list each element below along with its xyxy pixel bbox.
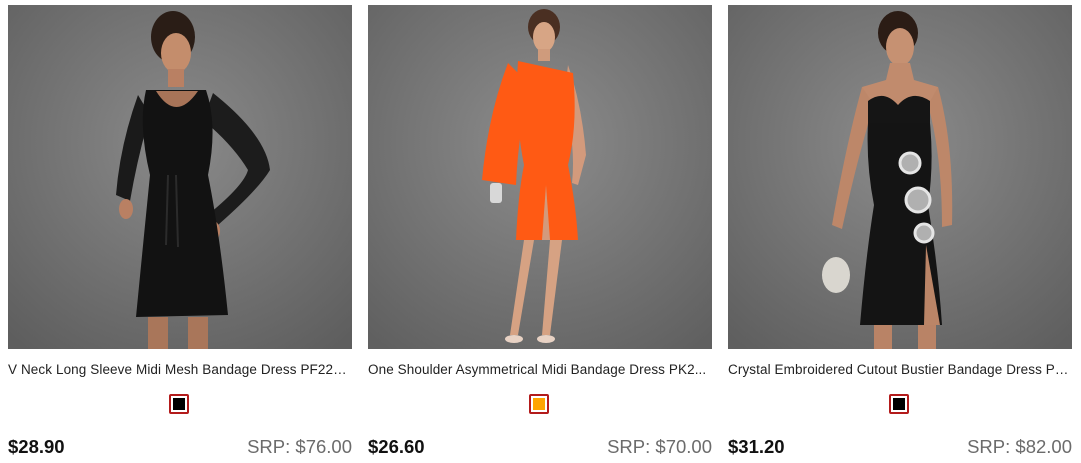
product-card[interactable]: V Neck Long Sleeve Midi Mesh Bandage Dre… <box>8 0 352 463</box>
sale-price: $28.90 <box>8 436 65 457</box>
product-card[interactable]: One Shoulder Asymmetrical Midi Bandage D… <box>368 0 712 463</box>
color-swatch[interactable] <box>889 394 909 414</box>
product-image[interactable] <box>368 5 712 349</box>
product-title[interactable]: V Neck Long Sleeve Midi Mesh Bandage Dre… <box>8 361 352 379</box>
sale-price: $26.60 <box>368 436 425 457</box>
product-grid: V Neck Long Sleeve Midi Mesh Bandage Dre… <box>0 0 1081 463</box>
product-card[interactable]: Crystal Embroidered Cutout Bustier Banda… <box>728 0 1072 463</box>
srp-price: SRP: $76.00 <box>247 436 352 457</box>
color-swatch-fill <box>173 398 185 410</box>
product-image[interactable] <box>8 5 352 349</box>
product-title[interactable]: One Shoulder Asymmetrical Midi Bandage D… <box>368 361 712 379</box>
product-title[interactable]: Crystal Embroidered Cutout Bustier Banda… <box>728 361 1072 379</box>
sale-price: $31.20 <box>728 436 785 457</box>
srp-price: SRP: $70.00 <box>607 436 712 457</box>
color-swatch[interactable] <box>169 394 189 414</box>
color-swatch[interactable] <box>529 394 549 414</box>
srp-price: SRP: $82.00 <box>967 436 1072 457</box>
color-swatch-fill <box>893 398 905 410</box>
color-swatch-fill <box>533 398 545 410</box>
product-image[interactable] <box>728 5 1072 349</box>
